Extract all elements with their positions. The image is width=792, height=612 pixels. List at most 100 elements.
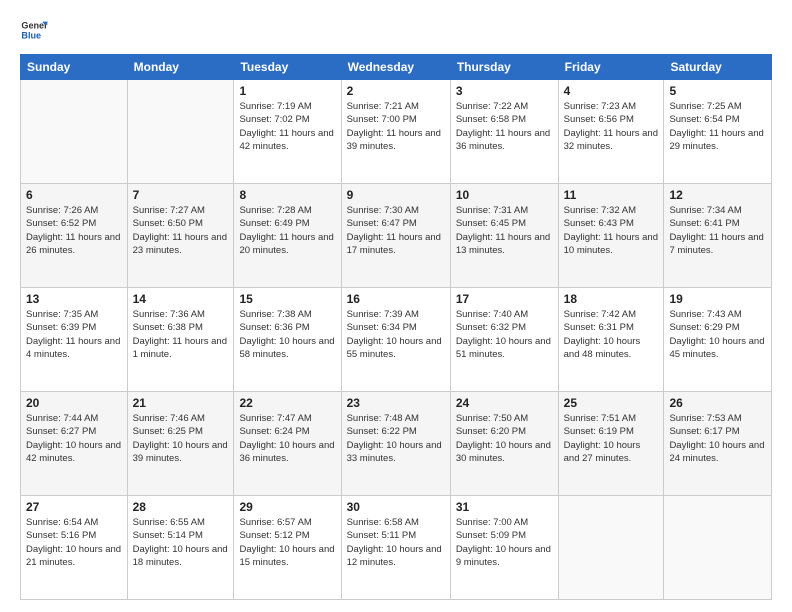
calendar-cell: 19 Sunrise: 7:43 AM Sunset: 6:29 PM Dayli… (664, 288, 772, 392)
day-number: 30 (347, 500, 445, 514)
calendar-cell (664, 496, 772, 600)
day-number: 3 (456, 84, 553, 98)
calendar-cell (558, 496, 664, 600)
calendar-cell (127, 80, 234, 184)
day-info: Sunrise: 7:23 AM Sunset: 6:56 PM Dayligh… (564, 100, 659, 153)
day-info: Sunrise: 7:30 AM Sunset: 6:47 PM Dayligh… (347, 204, 445, 257)
calendar-cell: 3 Sunrise: 7:22 AM Sunset: 6:58 PM Daylig… (450, 80, 558, 184)
day-number: 9 (347, 188, 445, 202)
calendar-cell: 8 Sunrise: 7:28 AM Sunset: 6:49 PM Daylig… (234, 184, 341, 288)
day-info: Sunrise: 7:36 AM Sunset: 6:38 PM Dayligh… (133, 308, 229, 361)
col-header-sunday: Sunday (21, 55, 128, 80)
day-number: 1 (239, 84, 335, 98)
day-info: Sunrise: 7:42 AM Sunset: 6:31 PM Dayligh… (564, 308, 659, 361)
day-info: Sunrise: 7:00 AM Sunset: 5:09 PM Dayligh… (456, 516, 553, 569)
day-number: 5 (669, 84, 766, 98)
calendar-cell: 7Sunrise: 7:27 AM Sunset: 6:50 PM Daylig… (127, 184, 234, 288)
calendar-table: SundayMondayTuesdayWednesdayThursdayFrid… (20, 54, 772, 600)
col-header-friday: Friday (558, 55, 664, 80)
calendar-cell: 22 Sunrise: 7:47 AM Sunset: 6:24 PM Dayli… (234, 392, 341, 496)
day-info: Sunrise: 7:35 AM Sunset: 6:39 PM Dayligh… (26, 308, 122, 361)
logo: General Blue (20, 16, 52, 44)
col-header-tuesday: Tuesday (234, 55, 341, 80)
day-number: 28 (133, 500, 229, 514)
calendar-cell: 24 Sunrise: 7:50 AM Sunset: 6:20 PM Dayli… (450, 392, 558, 496)
day-info: Sunrise: 7:48 AM Sunset: 6:22 PM Dayligh… (347, 412, 445, 465)
week-row-1: 1 Sunrise: 7:19 AM Sunset: 7:02 PM Daylig… (21, 80, 772, 184)
day-info: Sunrise: 7:26 AM Sunset: 6:52 PM Dayligh… (26, 204, 122, 257)
calendar-cell: 9 Sunrise: 7:30 AM Sunset: 6:47 PM Daylig… (341, 184, 450, 288)
day-info: Sunrise: 7:50 AM Sunset: 6:20 PM Dayligh… (456, 412, 553, 465)
calendar-header-row: SundayMondayTuesdayWednesdayThursdayFrid… (21, 55, 772, 80)
calendar-cell: 16Sunrise: 7:39 AM Sunset: 6:34 PM Dayli… (341, 288, 450, 392)
week-row-2: 6 Sunrise: 7:26 AM Sunset: 6:52 PM Daylig… (21, 184, 772, 288)
day-info: Sunrise: 7:46 AM Sunset: 6:25 PM Dayligh… (133, 412, 229, 465)
calendar-cell: 4 Sunrise: 7:23 AM Sunset: 6:56 PM Daylig… (558, 80, 664, 184)
day-info: Sunrise: 7:40 AM Sunset: 6:32 PM Dayligh… (456, 308, 553, 361)
day-info: Sunrise: 7:47 AM Sunset: 6:24 PM Dayligh… (239, 412, 335, 465)
day-info: Sunrise: 7:28 AM Sunset: 6:49 PM Dayligh… (239, 204, 335, 257)
day-info: Sunrise: 7:44 AM Sunset: 6:27 PM Dayligh… (26, 412, 122, 465)
day-number: 4 (564, 84, 659, 98)
day-number: 20 (26, 396, 122, 410)
day-number: 6 (26, 188, 122, 202)
day-number: 17 (456, 292, 553, 306)
day-info: Sunrise: 7:43 AM Sunset: 6:29 PM Dayligh… (669, 308, 766, 361)
day-info: Sunrise: 7:19 AM Sunset: 7:02 PM Dayligh… (239, 100, 335, 153)
day-number: 21 (133, 396, 229, 410)
page-header: General Blue (20, 16, 772, 44)
day-number: 16 (347, 292, 445, 306)
col-header-monday: Monday (127, 55, 234, 80)
calendar-cell (21, 80, 128, 184)
calendar-cell: 17 Sunrise: 7:40 AM Sunset: 6:32 PM Dayli… (450, 288, 558, 392)
day-number: 24 (456, 396, 553, 410)
logo-icon: General Blue (20, 16, 48, 44)
day-info: Sunrise: 6:55 AM Sunset: 5:14 PM Dayligh… (133, 516, 229, 569)
day-number: 8 (239, 188, 335, 202)
calendar-cell: 31 Sunrise: 7:00 AM Sunset: 5:09 PM Dayli… (450, 496, 558, 600)
calendar-cell: 1 Sunrise: 7:19 AM Sunset: 7:02 PM Daylig… (234, 80, 341, 184)
calendar-cell: 2 Sunrise: 7:21 AM Sunset: 7:00 PM Daylig… (341, 80, 450, 184)
day-info: Sunrise: 7:34 AM Sunset: 6:41 PM Dayligh… (669, 204, 766, 257)
calendar-cell: 11Sunrise: 7:32 AM Sunset: 6:43 PM Dayli… (558, 184, 664, 288)
calendar-cell: 5 Sunrise: 7:25 AM Sunset: 6:54 PM Daylig… (664, 80, 772, 184)
day-number: 23 (347, 396, 445, 410)
day-number: 14 (133, 292, 229, 306)
col-header-thursday: Thursday (450, 55, 558, 80)
day-number: 12 (669, 188, 766, 202)
day-number: 13 (26, 292, 122, 306)
day-number: 27 (26, 500, 122, 514)
day-number: 11 (564, 188, 659, 202)
day-number: 15 (239, 292, 335, 306)
day-info: Sunrise: 6:58 AM Sunset: 5:11 PM Dayligh… (347, 516, 445, 569)
day-info: Sunrise: 6:57 AM Sunset: 5:12 PM Dayligh… (239, 516, 335, 569)
day-number: 31 (456, 500, 553, 514)
day-number: 29 (239, 500, 335, 514)
day-info: Sunrise: 7:22 AM Sunset: 6:58 PM Dayligh… (456, 100, 553, 153)
day-number: 19 (669, 292, 766, 306)
day-number: 7 (133, 188, 229, 202)
day-number: 25 (564, 396, 659, 410)
day-info: Sunrise: 7:31 AM Sunset: 6:45 PM Dayligh… (456, 204, 553, 257)
col-header-wednesday: Wednesday (341, 55, 450, 80)
day-info: Sunrise: 7:21 AM Sunset: 7:00 PM Dayligh… (347, 100, 445, 153)
calendar-cell: 12 Sunrise: 7:34 AM Sunset: 6:41 PM Dayli… (664, 184, 772, 288)
calendar-cell: 27 Sunrise: 6:54 AM Sunset: 5:16 PM Dayli… (21, 496, 128, 600)
calendar-cell: 20 Sunrise: 7:44 AM Sunset: 6:27 PM Dayli… (21, 392, 128, 496)
calendar-body: 1 Sunrise: 7:19 AM Sunset: 7:02 PM Daylig… (21, 80, 772, 600)
svg-text:Blue: Blue (21, 30, 41, 40)
day-number: 2 (347, 84, 445, 98)
calendar-cell: 25Sunrise: 7:51 AM Sunset: 6:19 PM Dayli… (558, 392, 664, 496)
day-number: 22 (239, 396, 335, 410)
calendar-cell: 14 Sunrise: 7:36 AM Sunset: 6:38 PM Dayli… (127, 288, 234, 392)
day-number: 26 (669, 396, 766, 410)
day-info: Sunrise: 7:25 AM Sunset: 6:54 PM Dayligh… (669, 100, 766, 153)
day-info: Sunrise: 7:38 AM Sunset: 6:36 PM Dayligh… (239, 308, 335, 361)
week-row-3: 13 Sunrise: 7:35 AM Sunset: 6:39 PM Dayli… (21, 288, 772, 392)
calendar-cell: 23 Sunrise: 7:48 AM Sunset: 6:22 PM Dayli… (341, 392, 450, 496)
col-header-saturday: Saturday (664, 55, 772, 80)
calendar-cell: 18Sunrise: 7:42 AM Sunset: 6:31 PM Dayli… (558, 288, 664, 392)
calendar-cell: 6 Sunrise: 7:26 AM Sunset: 6:52 PM Daylig… (21, 184, 128, 288)
day-info: Sunrise: 6:54 AM Sunset: 5:16 PM Dayligh… (26, 516, 122, 569)
calendar-cell: 15 Sunrise: 7:38 AM Sunset: 6:36 PM Dayli… (234, 288, 341, 392)
